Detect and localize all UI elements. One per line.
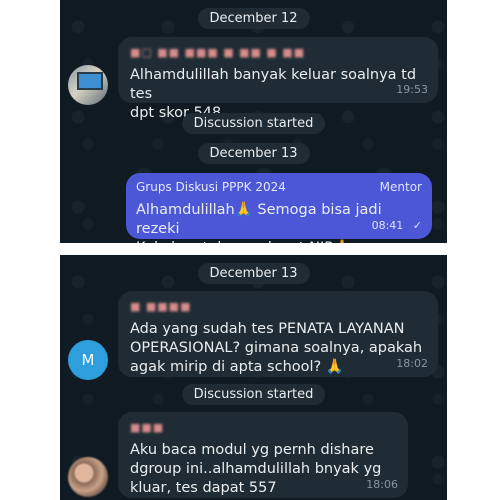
avatar[interactable]: M [68,340,108,380]
time-label: 08:41 [371,219,404,232]
sender-name: ■□ ■■ ■■■ ■ ■■ ■ ■■ [130,46,306,59]
incoming-message[interactable]: ■□ ■■ ■■■ ■ ■■ ■ ■■ Alhamdulillah banyak… [118,37,438,121]
message-time: 19:53 [396,83,428,96]
role-badge: Mentor [379,180,422,194]
check-icon: ✓ [412,219,422,232]
avatar[interactable] [68,65,108,105]
group-name: Grups Diskusi PPPK 2024 [136,180,286,194]
message-time: 18:02 [396,357,428,370]
date-separator: December 13 [197,263,310,284]
incoming-message[interactable]: ■■■ Aku baca modul yg pernh dishare dgro… [118,412,408,498]
system-message: Discussion started [181,113,326,134]
sender-name: ■ ■■■■ [130,300,192,313]
date-separator: December 13 [197,143,310,164]
message-header: Grups Diskusi PPPK 2024 Mentor [136,178,422,197]
message-text: Aku baca modul yg pernh dishare dgroup i… [130,442,382,496]
avatar-image [77,72,103,90]
avatar[interactable] [68,457,108,497]
sender-name: ■■■ [130,421,165,434]
outgoing-message[interactable]: Grups Diskusi PPPK 2024 Mentor Alhamduli… [126,173,432,243]
message-text: Ada yang sudah tes PENATA LAYANAN OPERAS… [130,321,423,375]
system-message: Discussion started [181,384,326,405]
message-time: 08:41 ✓ [372,216,422,235]
message-time: 18:06 [366,478,398,491]
chat-panel-top: December 12 ■□ ■■ ■■■ ■ ■■ ■ ■■ Alhamdul… [60,0,447,243]
incoming-message[interactable]: ■ ■■■■ Ada yang sudah tes PENATA LAYANAN… [118,291,438,377]
date-separator: December 12 [197,8,310,29]
chat-panel-bottom: December 13 M ■ ■■■■ Ada yang sudah tes … [60,255,447,500]
